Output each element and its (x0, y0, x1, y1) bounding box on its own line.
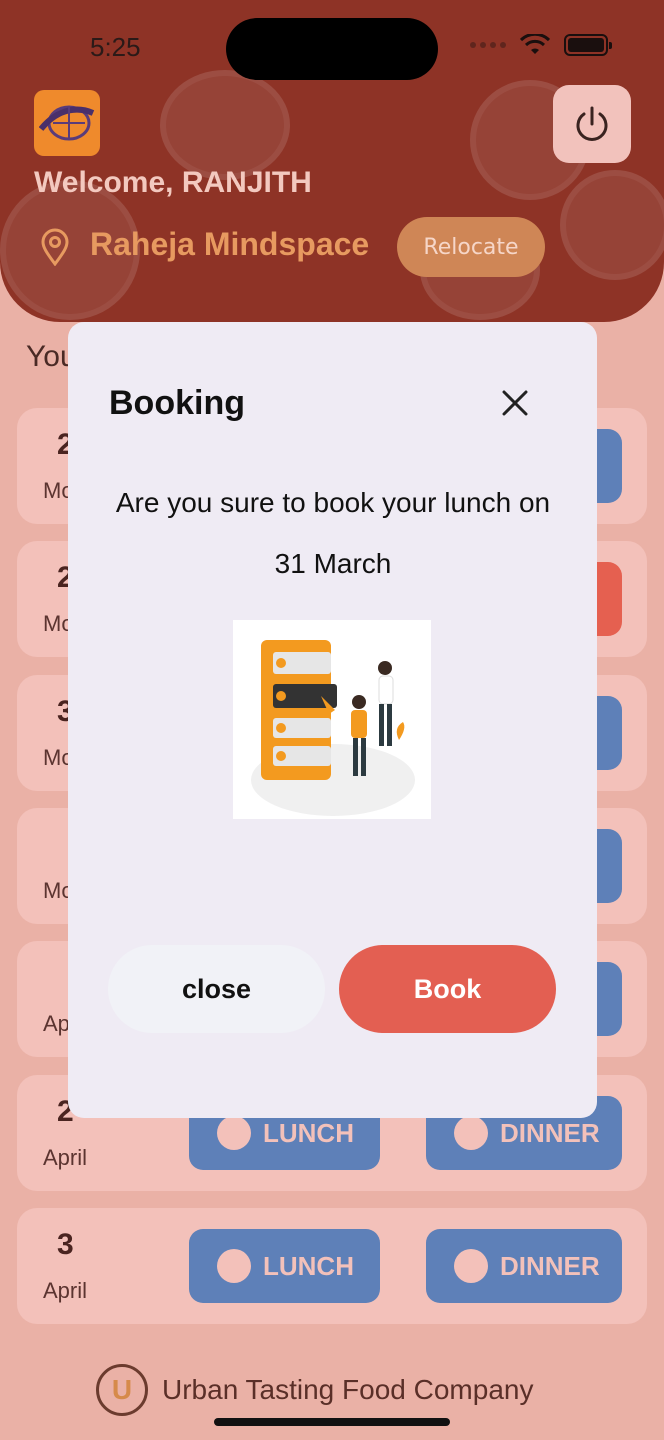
close-icon[interactable] (498, 386, 532, 420)
status-icons (470, 34, 612, 56)
lunch-button[interactable]: LUNCH (189, 1229, 380, 1303)
close-button[interactable]: close (108, 945, 325, 1033)
dinner-label: DINNER (500, 1117, 600, 1148)
radio-icon (217, 1116, 251, 1150)
day-month: Ap (43, 1011, 70, 1036)
power-button[interactable] (553, 85, 631, 163)
company-logo: U (96, 1364, 148, 1416)
status-time: 5:25 (90, 32, 141, 62)
dialog-title: Booking (109, 384, 245, 422)
header: 5:25 Welcome, RANJITH Raheja Mindspace R… (0, 0, 664, 322)
power-icon (576, 106, 608, 141)
globe-logo-icon (34, 90, 100, 156)
day-month: April (43, 1278, 88, 1303)
home-indicator[interactable] (214, 1418, 450, 1426)
location-name[interactable]: Raheja Mindspace (90, 226, 369, 263)
dinner-label: DINNER (500, 1250, 600, 1281)
wifi-icon (520, 34, 550, 54)
radio-icon (217, 1249, 251, 1283)
lunch-label: LUNCH (263, 1250, 354, 1281)
dynamic-island (226, 18, 438, 80)
company-name: Urban Tasting Food Company (162, 1374, 534, 1405)
lunch-label: LUNCH (263, 1117, 354, 1148)
decorative-plate (560, 170, 664, 280)
battery-icon (564, 34, 612, 56)
book-button[interactable]: Book (339, 945, 556, 1033)
booking-dialog: Booking Are you sure to book your lunch … (68, 322, 597, 1118)
footer: U Urban Tasting Food Company (96, 1364, 533, 1416)
day-number: 3 (57, 1228, 74, 1261)
day-row: 3 April LUNCH DINNER (17, 1208, 647, 1324)
day-month: April (43, 1145, 88, 1170)
dinner-button[interactable]: DINNER (426, 1229, 622, 1303)
dialog-message: Are you sure to book your lunch on 31 Ma… (115, 487, 551, 579)
radio-icon (454, 1116, 488, 1150)
booking-illustration (233, 620, 431, 819)
relocate-button[interactable]: Relocate (397, 217, 545, 277)
decorative-plate (160, 70, 290, 180)
signal-icon (470, 42, 506, 48)
welcome-text: Welcome, RANJITH (34, 166, 312, 199)
location-pin-icon (41, 228, 69, 266)
radio-icon (454, 1249, 488, 1283)
